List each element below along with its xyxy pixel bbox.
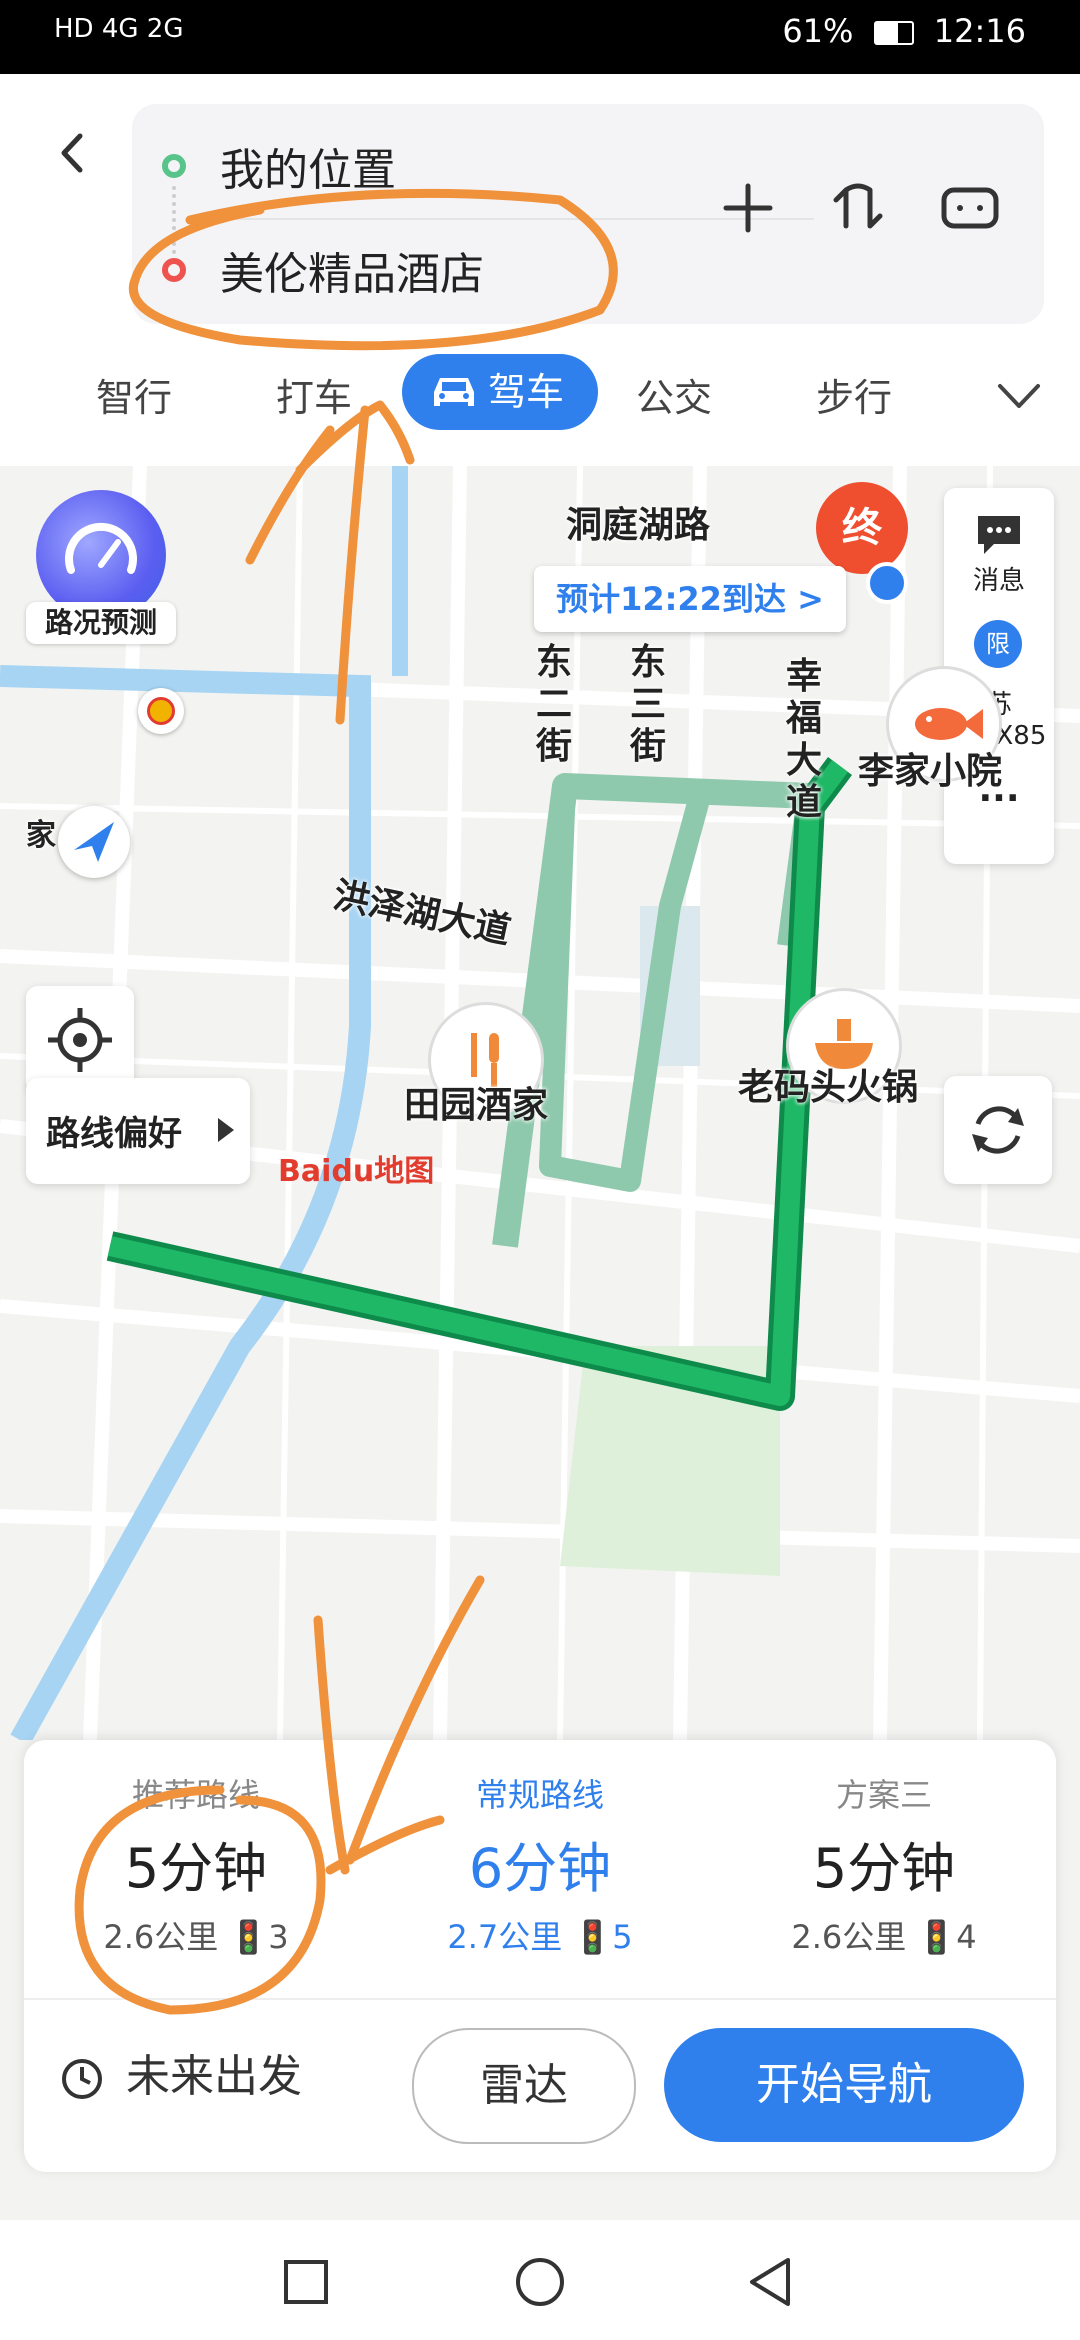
route-label: 方案三 xyxy=(835,1776,932,1814)
road-label-xingfu: 幸福大道 xyxy=(786,656,823,823)
divider xyxy=(24,1998,1056,2000)
car-icon xyxy=(434,378,474,406)
traffic-forecast-icon[interactable] xyxy=(36,490,166,620)
route-connector xyxy=(172,186,180,254)
destination-field[interactable]: 美伦精品酒店 xyxy=(220,238,484,302)
eta-bubble[interactable]: 预计12:22到达 > xyxy=(534,566,846,632)
traffic-light-icon: 🚦 xyxy=(572,1918,613,1956)
traffic-light-icon: 🚦 xyxy=(916,1918,957,1956)
tab-bus[interactable]: 公交 xyxy=(636,368,712,428)
route-label: 推荐路线 xyxy=(131,1776,260,1814)
back-triangle-icon[interactable] xyxy=(746,2256,794,2308)
road-label-dong3: 东三街 xyxy=(630,642,667,767)
home-label: 家 xyxy=(26,818,56,853)
route-distance: 2.6公里 xyxy=(791,1918,907,1956)
end-marker[interactable]: 终 xyxy=(816,482,908,574)
route-preference-button[interactable]: 路线偏好 xyxy=(26,1078,250,1184)
route-lights: 4 xyxy=(956,1918,977,1956)
baidu-map-logo: Baidu地图 xyxy=(278,1154,435,1189)
poi-tianyuan[interactable]: 田园酒家 xyxy=(404,1076,548,1128)
tab-drive-label: 驾车 xyxy=(488,370,565,414)
clock: 12:16 xyxy=(933,12,1026,50)
route-time: 5分钟 xyxy=(812,1837,956,1900)
traffic-light-icon: 🚦 xyxy=(228,1918,269,1956)
add-waypoint-icon[interactable] xyxy=(716,176,780,240)
road-label-dongting: 洞庭湖路 xyxy=(566,505,711,546)
battery-level: 61% xyxy=(782,12,854,50)
future-depart-button[interactable]: 未来出发 xyxy=(60,2040,302,2104)
tab-drive[interactable]: 驾车 xyxy=(402,354,598,430)
route-label: 常规路线 xyxy=(475,1776,604,1814)
home-circle-icon[interactable] xyxy=(514,2256,566,2308)
route-distance: 2.7公里 xyxy=(447,1918,563,1956)
route-option-three[interactable]: 方案三 5分钟 2.6公里 🚦4 xyxy=(712,1740,1056,2000)
refresh-button[interactable] xyxy=(944,1076,1052,1184)
road-label-dong2: 东二街 xyxy=(536,642,573,767)
restriction-badge[interactable]: 限 xyxy=(974,620,1022,668)
map-view[interactable]: 路况预测 消息 限 苏H...X85 ··· 终 预计12:22到达 > 洞庭湖… xyxy=(0,466,1080,1740)
tab-taxi[interactable]: 打车 xyxy=(276,368,352,428)
tab-walk[interactable]: 步行 xyxy=(816,368,892,428)
triangle-right-icon xyxy=(218,1118,234,1142)
gas-station-icon[interactable] xyxy=(138,688,184,734)
origin-field[interactable]: 我的位置 xyxy=(220,134,396,198)
battery-icon xyxy=(873,21,914,45)
route-preference-label: 路线偏好 xyxy=(46,1114,182,1154)
route-lights: 3 xyxy=(268,1918,289,1956)
route-distance: 2.6公里 xyxy=(103,1918,219,1956)
travel-mode-tabs: 智行 打车 驾车 公交 步行 xyxy=(0,354,1080,442)
route-time: 5分钟 xyxy=(124,1837,268,1900)
route-time: 6分钟 xyxy=(468,1837,612,1900)
poi-laomatou[interactable]: 老码头火锅 xyxy=(738,1058,918,1110)
radar-button[interactable]: 雷达 xyxy=(412,2028,636,2144)
route-input-box: 我的位置 美伦精品酒店 xyxy=(132,104,1044,324)
current-location-arrow-icon xyxy=(58,806,130,878)
route-options-card: 推荐路线 5分钟 2.6公里 🚦3 常规路线 6分钟 2.7公里 🚦5 方案三 … xyxy=(24,1740,1056,2172)
route-option-recommended[interactable]: 推荐路线 5分钟 2.6公里 🚦3 xyxy=(24,1740,368,2000)
traffic-forecast-label[interactable]: 路况预测 xyxy=(26,602,176,644)
swap-icon[interactable] xyxy=(826,176,890,240)
start-navigation-button[interactable]: 开始导航 xyxy=(664,2028,1024,2142)
chevron-down-icon[interactable] xyxy=(994,376,1044,416)
system-nav-bar xyxy=(0,2220,1080,2340)
route-option-regular[interactable]: 常规路线 6分钟 2.7公里 🚦5 xyxy=(368,1740,712,2000)
clock-icon xyxy=(62,2059,102,2099)
network-indicator: HD 4G 2G xyxy=(54,14,184,44)
message-icon[interactable] xyxy=(974,512,1024,556)
car-settings-icon[interactable] xyxy=(938,176,1002,240)
destination-dot-icon xyxy=(162,258,186,282)
status-bar: HD 4G 2G 61% 12:16 xyxy=(0,0,1080,74)
tab-smart[interactable]: 智行 xyxy=(96,368,172,428)
back-arrow-icon[interactable] xyxy=(48,128,98,178)
refresh-icon xyxy=(972,1106,1024,1154)
destination-pin xyxy=(866,562,908,604)
origin-dot-icon xyxy=(162,154,186,178)
poi-lijia[interactable]: 李家小院 xyxy=(858,742,1002,794)
recents-square-icon[interactable] xyxy=(282,2258,330,2306)
future-depart-label: 未来出发 xyxy=(126,2051,302,2102)
route-header: 我的位置 美伦精品酒店 智行 打车 驾车 公交 步行 xyxy=(0,74,1080,466)
route-lights: 5 xyxy=(612,1918,633,1956)
message-label[interactable]: 消息 xyxy=(944,560,1054,597)
